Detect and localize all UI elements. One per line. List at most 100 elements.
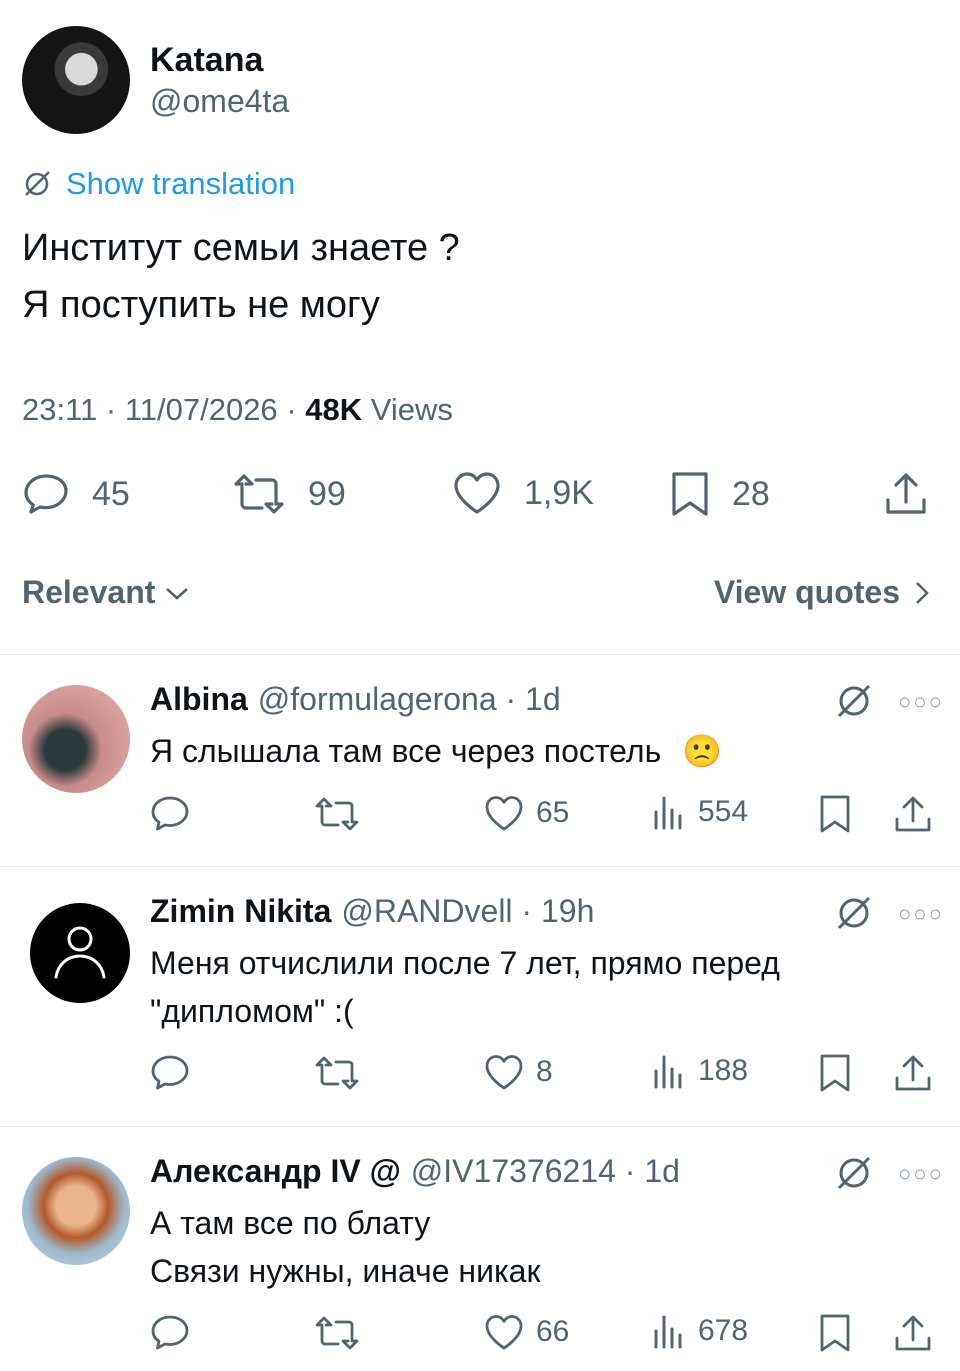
show-translation-label: Show translation <box>66 166 296 201</box>
bookmark-icon <box>820 795 850 833</box>
like-button[interactable]: 1,9K <box>452 470 594 516</box>
repost-button[interactable] <box>314 1053 360 1093</box>
tweet-author: Katana @ome4ta <box>22 26 289 134</box>
like-count: 1,9K <box>524 473 594 512</box>
author-name[interactable]: Katana <box>150 39 289 81</box>
author-names: Katana @ome4ta <box>150 39 289 121</box>
sort-dropdown[interactable]: Relevant <box>22 574 191 611</box>
like-button[interactable]: 66 <box>484 1313 569 1351</box>
bookmark-button[interactable] <box>818 1313 852 1353</box>
tweet-text-line: Я поступить не могу <box>22 284 380 326</box>
repost-icon <box>315 1056 359 1090</box>
tweet-text-line: Институт семьи знаете ? <box>22 227 460 269</box>
reply-text: Я слышала там все через постель 🙁 <box>150 727 940 775</box>
reply-actions: 65 554 <box>150 794 940 834</box>
bookmark-button[interactable]: 28 <box>670 470 770 518</box>
show-translation-link[interactable]: Show translation <box>22 166 295 202</box>
reply-actions: 66 678 <box>150 1313 940 1353</box>
views-label: Views <box>362 392 453 427</box>
view-quotes-link[interactable]: View quotes <box>714 574 932 611</box>
reply-author-name[interactable]: Zimin Nikita <box>150 893 331 929</box>
avatar[interactable] <box>22 26 130 134</box>
more-icon[interactable]: ○○○ <box>898 1161 944 1187</box>
avatar[interactable] <box>22 1157 130 1265</box>
repost-icon <box>315 1316 359 1350</box>
like-count: 66 <box>536 1315 570 1348</box>
reply-text-line: А там все по блату <box>150 1205 431 1241</box>
repost-button[interactable]: 99 <box>232 470 346 518</box>
reply-button[interactable] <box>150 1313 190 1353</box>
grok-icon[interactable] <box>834 681 874 721</box>
reply-author-name[interactable]: Александр IV @ <box>150 1153 401 1189</box>
views-count: 554 <box>698 795 749 828</box>
sort-label: Relevant <box>22 574 156 610</box>
bookmark-icon <box>820 1054 850 1092</box>
repost-button[interactable] <box>314 794 360 834</box>
share-icon <box>886 473 926 514</box>
like-count: 8 <box>536 1055 553 1088</box>
share-button[interactable] <box>894 1313 932 1353</box>
reply-tweet[interactable]: Albina @formulagerona · 1d ○○○ Я слышала … <box>0 655 960 867</box>
tweet-actions: 45 99 1,9K 28 <box>22 470 932 522</box>
share-icon <box>895 796 931 832</box>
reply-tweet[interactable]: Александр IV @ @IV17376214 · 1d ○○○ А там… <box>0 1127 960 1371</box>
chevron-right-icon <box>916 581 929 604</box>
reply-text-line: Связи нужны, иначе никак <box>150 1253 541 1289</box>
grok-icon[interactable] <box>834 1153 874 1193</box>
reply-author-handle[interactable]: @IV17376214 <box>411 1153 616 1189</box>
views-button[interactable]: 188 <box>652 1053 748 1089</box>
reply-time: · 19h <box>512 893 595 929</box>
repost-count: 99 <box>308 474 346 513</box>
grok-icon[interactable] <box>834 893 874 933</box>
reply-tweet[interactable]: Zimin Nikita @RANDvell · 19h ○○○ Меня отч… <box>0 867 960 1127</box>
tweet-text: Институт семьи знаете ? Я поступить не м… <box>22 220 460 334</box>
views-count: 188 <box>698 1054 749 1087</box>
share-button[interactable] <box>884 470 928 518</box>
like-button[interactable]: 8 <box>484 1053 553 1091</box>
reply-count: 45 <box>92 474 130 513</box>
like-icon <box>485 796 523 831</box>
default-avatar-icon <box>54 926 106 979</box>
like-button[interactable]: 65 <box>484 794 569 832</box>
reply-button[interactable]: 45 <box>22 470 130 518</box>
like-count: 65 <box>536 796 570 829</box>
avatar[interactable] <box>22 685 130 793</box>
tweet-timestamp[interactable]: 23:11 · 11/07/2026 · <box>22 392 305 427</box>
bookmark-count: 28 <box>732 474 770 513</box>
repost-button[interactable] <box>314 1313 360 1353</box>
frown-emoji: 🙁 <box>682 733 722 769</box>
reply-button[interactable] <box>150 794 190 834</box>
reply-actions: 8 188 <box>150 1053 940 1093</box>
views-button[interactable]: 678 <box>652 1313 748 1349</box>
share-button[interactable] <box>894 1053 932 1093</box>
more-icon[interactable]: ○○○ <box>898 689 944 715</box>
reply-icon <box>151 1055 189 1090</box>
reply-header: Александр IV @ @IV17376214 · 1d <box>150 1153 680 1190</box>
reply-text-line: Я слышала там все через постель <box>150 733 662 769</box>
more-icon[interactable]: ○○○ <box>898 901 944 927</box>
avatar[interactable] <box>30 903 130 1003</box>
bookmark-button[interactable] <box>818 1053 852 1093</box>
bookmark-button[interactable] <box>818 794 852 834</box>
reply-button[interactable] <box>150 1053 190 1093</box>
views-icon <box>654 1315 682 1349</box>
reply-author-name[interactable]: Albina <box>150 681 248 717</box>
reply-text: Меня отчислили после 7 лет, прямо перед … <box>150 945 780 1029</box>
reply-author-handle[interactable]: @RANDvell <box>341 893 512 929</box>
reply-author-handle[interactable]: @formulagerona <box>258 681 497 717</box>
bookmark-icon <box>672 472 708 516</box>
chevron-down-icon <box>166 587 189 600</box>
grok-icon <box>25 171 50 196</box>
share-icon <box>895 1315 931 1351</box>
reply-icon <box>24 474 68 514</box>
reply-header: Albina @formulagerona · 1d <box>150 681 561 718</box>
tweet-meta: 23:11 · 11/07/2026 · 48K Views <box>22 392 453 428</box>
views-icon <box>654 796 682 830</box>
reply-icon <box>151 1315 189 1350</box>
share-button[interactable] <box>894 794 932 834</box>
views-button[interactable]: 554 <box>652 794 748 830</box>
repost-icon <box>315 797 359 831</box>
author-handle[interactable]: @ome4ta <box>150 81 289 121</box>
reply-time: · 1d <box>496 681 561 717</box>
repost-icon <box>234 474 284 514</box>
